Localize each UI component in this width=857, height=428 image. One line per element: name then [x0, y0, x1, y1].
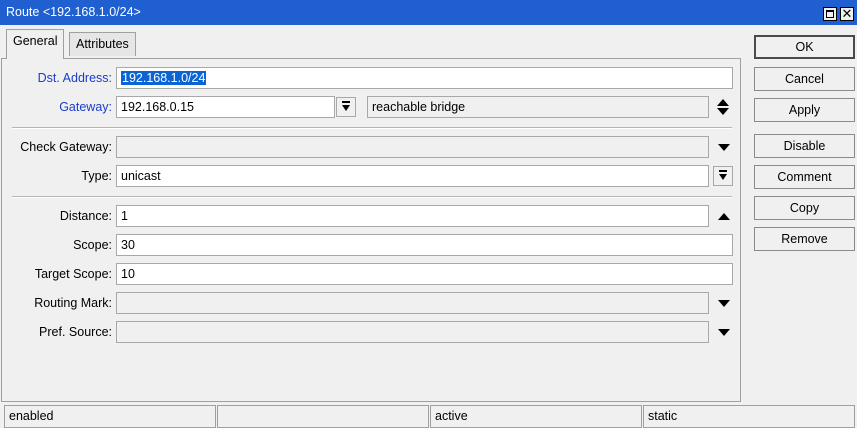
type-row: Type: unicast [2, 165, 742, 187]
status-bar: enabled active static [0, 403, 857, 428]
pref-source-field[interactable] [116, 321, 709, 343]
dst-address-label[interactable]: Dst. Address: [38, 71, 112, 85]
title-bar[interactable]: Route <192.168.1.0/24> ✕ [0, 0, 857, 25]
gateway-status-field: reachable bridge [367, 96, 709, 118]
distance-label: Distance: [59, 209, 112, 223]
status-enabled: enabled [4, 405, 216, 428]
status-static: static [643, 405, 855, 428]
gateway-field[interactable]: 192.168.0.15 [116, 96, 335, 118]
close-icon[interactable]: ✕ [840, 7, 854, 21]
dst-address-value: 192.168.1.0/24 [121, 71, 207, 85]
disable-button[interactable]: Disable [754, 134, 855, 158]
gateway-dropdown-button[interactable] [336, 97, 356, 117]
divider [12, 127, 732, 129]
routing-mark-label: Routing Mark: [34, 296, 112, 310]
type-dropdown-button[interactable] [713, 166, 733, 186]
type-label: Type: [81, 169, 112, 183]
gateway-row: Gateway: 192.168.0.15 reachable bridge [2, 96, 742, 118]
routing-mark-row: Routing Mark: [2, 292, 742, 314]
divider [12, 196, 732, 198]
target-scope-field[interactable]: 10 [116, 263, 733, 285]
type-field[interactable]: unicast [116, 165, 709, 187]
tab-general[interactable]: General [6, 29, 65, 59]
arrow-down-bar-icon [719, 170, 727, 180]
remove-button[interactable]: Remove [754, 227, 855, 251]
target-scope-row: Target Scope: 10 [2, 263, 742, 285]
check-gateway-dropdown-icon[interactable] [718, 144, 730, 151]
gateway-updown-icon[interactable] [716, 98, 730, 116]
dst-address-field[interactable]: 192.168.1.0/24 [116, 67, 733, 89]
pref-source-row: Pref. Source: [2, 321, 742, 343]
window-title: Route <192.168.1.0/24> [6, 5, 141, 19]
check-gateway-row: Check Gateway: [2, 136, 742, 158]
routing-mark-field[interactable] [116, 292, 709, 314]
distance-row: Distance: 1 [2, 205, 742, 227]
scope-label: Scope: [73, 238, 112, 252]
copy-button[interactable]: Copy [754, 196, 855, 220]
target-scope-label: Target Scope: [34, 267, 112, 281]
check-gateway-field[interactable] [116, 136, 709, 158]
gateway-label[interactable]: Gateway: [59, 100, 112, 114]
status-empty [217, 405, 429, 428]
scope-row: Scope: 30 [2, 234, 742, 256]
status-active: active [430, 405, 642, 428]
routing-mark-dropdown-icon[interactable] [718, 300, 730, 307]
dst-address-row: Dst. Address: 192.168.1.0/24 [2, 67, 742, 89]
pref-source-label: Pref. Source: [39, 325, 112, 339]
pref-source-dropdown-icon[interactable] [718, 329, 730, 336]
comment-button[interactable]: Comment [754, 165, 855, 189]
tab-attributes[interactable]: Attributes [69, 32, 136, 56]
distance-collapse-icon[interactable] [718, 213, 730, 220]
distance-field[interactable]: 1 [116, 205, 709, 227]
cancel-button[interactable]: Cancel [754, 67, 855, 91]
check-gateway-label: Check Gateway: [20, 140, 112, 154]
ok-button[interactable]: OK [754, 35, 855, 59]
maximize-icon[interactable] [823, 7, 837, 21]
general-panel: Dst. Address: 192.168.1.0/24 Gateway: 19… [1, 58, 741, 402]
apply-button[interactable]: Apply [754, 98, 855, 122]
scope-field[interactable]: 30 [116, 234, 733, 256]
arrow-down-bar-icon [342, 101, 350, 111]
